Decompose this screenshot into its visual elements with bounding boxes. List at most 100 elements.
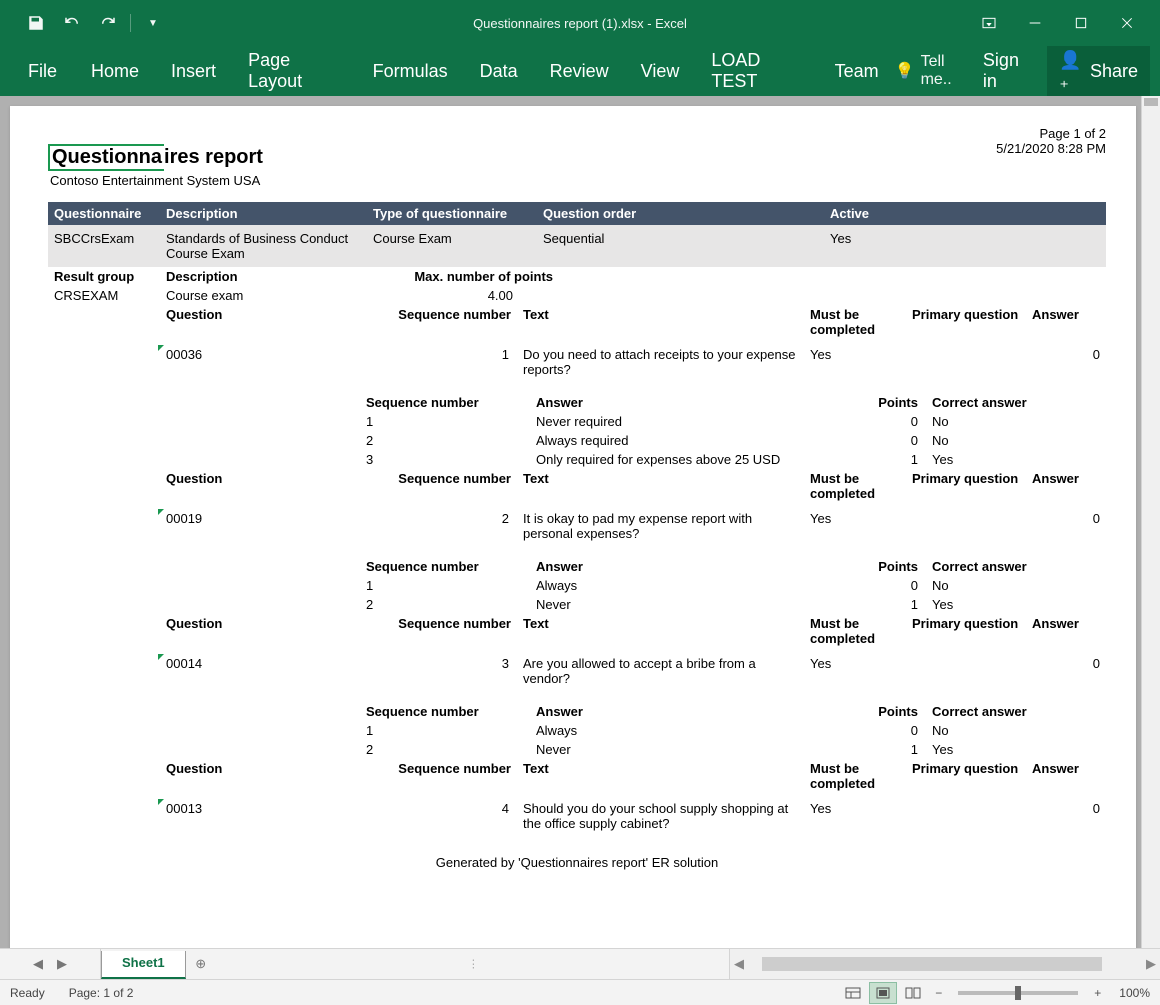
- cell-ans-points: 0: [822, 431, 924, 450]
- answer-header-row: Sequence number Answer Points Correct an…: [48, 393, 1106, 412]
- tab-formulas[interactable]: Formulas: [357, 51, 464, 92]
- tell-me-search[interactable]: 💡 Tell me..: [895, 53, 973, 89]
- questionnaire-row: SBCCrsExam Standards of Business Conduct…: [48, 225, 1106, 267]
- titlebar: ▼ Questionnaires report (1).xlsx - Excel: [0, 0, 1160, 46]
- tab-review[interactable]: Review: [534, 51, 625, 92]
- col-answer: Answer: [1026, 759, 1106, 793]
- add-sheet-button[interactable]: ⊕: [186, 949, 216, 979]
- cell-text: It is okay to pad my expense report with…: [517, 509, 804, 543]
- sign-in-button[interactable]: Sign in: [973, 50, 1043, 92]
- cell-ans-points: 1: [822, 450, 924, 469]
- tell-me-label: Tell me..: [921, 53, 973, 89]
- undo-button[interactable]: [56, 7, 88, 39]
- cell-ans-correct: Yes: [924, 740, 1058, 759]
- tab-view[interactable]: View: [625, 51, 696, 92]
- col-primary: Primary question: [906, 305, 1026, 339]
- horizontal-scrollbar[interactable]: ◀ ▶: [729, 949, 1160, 979]
- tab-insert[interactable]: Insert: [155, 51, 232, 92]
- zoom-slider[interactable]: [958, 991, 1078, 995]
- result-group-row: CRSEXAM Course exam 4.00: [48, 286, 1106, 305]
- col-question: Question: [160, 759, 367, 793]
- cell-ans-points: 0: [822, 576, 924, 595]
- col-question: Question: [160, 305, 367, 339]
- cell-active: Yes: [824, 229, 1106, 263]
- col-description: Description: [160, 202, 367, 225]
- col-seq-num: Sequence number: [367, 305, 517, 339]
- question-header-row: Question Sequence number Text Must be co…: [48, 305, 1106, 339]
- col-max-points: Max. number of points: [367, 267, 559, 286]
- cell-answer: 0: [1026, 799, 1106, 833]
- tab-home[interactable]: Home: [75, 51, 155, 92]
- col-ans-correct: Correct answer: [924, 393, 1058, 412]
- share-label: Share: [1090, 61, 1138, 82]
- answer-row: 2 Never 1 Yes: [48, 595, 1106, 614]
- cell-must: Yes: [804, 509, 906, 543]
- view-normal-button[interactable]: [839, 982, 867, 1004]
- cell-question-id: 00036: [160, 345, 367, 379]
- tab-team[interactable]: Team: [819, 51, 895, 92]
- page-number: Page 1 of 2: [996, 126, 1106, 141]
- cell-ans-points: 0: [822, 721, 924, 740]
- sheet-tab-active[interactable]: Sheet1: [101, 951, 186, 979]
- file-tab[interactable]: File: [10, 51, 75, 92]
- window-title: Questionnaires report (1).xlsx - Excel: [473, 16, 687, 31]
- customize-qat-button[interactable]: ▼: [137, 7, 169, 39]
- question-header-row: Question Sequence number Text Must be co…: [48, 759, 1106, 793]
- cell-must: Yes: [804, 345, 906, 379]
- cell-ans-points: 0: [822, 412, 924, 431]
- cell-text: Are you allowed to accept a bribe from a…: [517, 654, 804, 688]
- cell-primary: [906, 509, 1026, 543]
- cell-ans-seq: 1: [360, 576, 530, 595]
- cell-max-points: 4.00: [367, 286, 519, 305]
- col-rg-description: Description: [160, 267, 367, 286]
- cell-ans-seq: 2: [360, 431, 530, 450]
- statusbar: Ready Page: 1 of 2 − + 100%: [0, 979, 1160, 1005]
- active-cell-outline[interactable]: Questionna: [48, 144, 164, 171]
- maximize-button[interactable]: [1068, 10, 1094, 36]
- share-button[interactable]: 👤₊ Share: [1047, 44, 1150, 98]
- col-text: Text: [517, 759, 804, 793]
- cell-answer: 0: [1026, 509, 1106, 543]
- chevron-right-icon: ▶: [57, 956, 67, 972]
- cell-ans-text: Always required: [530, 431, 822, 450]
- workspace: Page 1 of 2 5/21/2020 8:28 PM Questionna…: [0, 96, 1160, 948]
- scroll-right-icon: ▶: [1142, 956, 1160, 972]
- cell-seq: 3: [367, 654, 517, 688]
- tab-page-layout[interactable]: Page Layout: [232, 40, 357, 102]
- col-result-group: Result group: [48, 267, 160, 286]
- zoom-out-button[interactable]: −: [929, 986, 948, 1000]
- cell-ans-text: Never: [530, 595, 822, 614]
- col-text: Text: [517, 305, 804, 339]
- tab-load-test[interactable]: LOAD TEST: [695, 40, 818, 102]
- cell-question-id: 00014: [160, 654, 367, 688]
- lightbulb-icon: 💡: [895, 61, 915, 81]
- cell-seq: 4: [367, 799, 517, 833]
- save-button[interactable]: [20, 7, 52, 39]
- col-answer: Answer: [1026, 305, 1106, 339]
- answer-row: 1 Always 0 No: [48, 721, 1106, 740]
- cell-ans-correct: No: [924, 412, 1058, 431]
- answer-row: 1 Never required 0 No: [48, 412, 1106, 431]
- result-group-header: Result group Description Max. number of …: [48, 267, 1106, 286]
- zoom-in-button[interactable]: +: [1088, 986, 1107, 1000]
- tab-splitter[interactable]: ⋮: [468, 958, 477, 971]
- scroll-thumb[interactable]: [762, 957, 1102, 971]
- cell-ans-text: Never required: [530, 412, 822, 431]
- ribbon: File Home Insert Page Layout Formulas Da…: [0, 46, 1160, 96]
- vertical-scrollbar[interactable]: [1141, 96, 1160, 948]
- redo-button[interactable]: [92, 7, 124, 39]
- cell-primary: [906, 654, 1026, 688]
- ribbon-display-options[interactable]: [976, 10, 1002, 36]
- close-button[interactable]: [1114, 10, 1140, 36]
- col-seq-num: Sequence number: [367, 469, 517, 503]
- status-ready: Ready: [10, 986, 45, 1000]
- col-answer: Answer: [1026, 469, 1106, 503]
- view-page-break-button[interactable]: [899, 982, 927, 1004]
- tab-data[interactable]: Data: [464, 51, 534, 92]
- cell-ans-points: 1: [822, 740, 924, 759]
- col-questionnaire: Questionnaire: [48, 202, 160, 225]
- cell-description: Standards of Business Conduct Course Exa…: [160, 229, 367, 263]
- view-page-layout-button[interactable]: [869, 982, 897, 1004]
- minimize-button[interactable]: [1022, 10, 1048, 36]
- sheet-nav-arrows[interactable]: ◀▶: [0, 949, 101, 979]
